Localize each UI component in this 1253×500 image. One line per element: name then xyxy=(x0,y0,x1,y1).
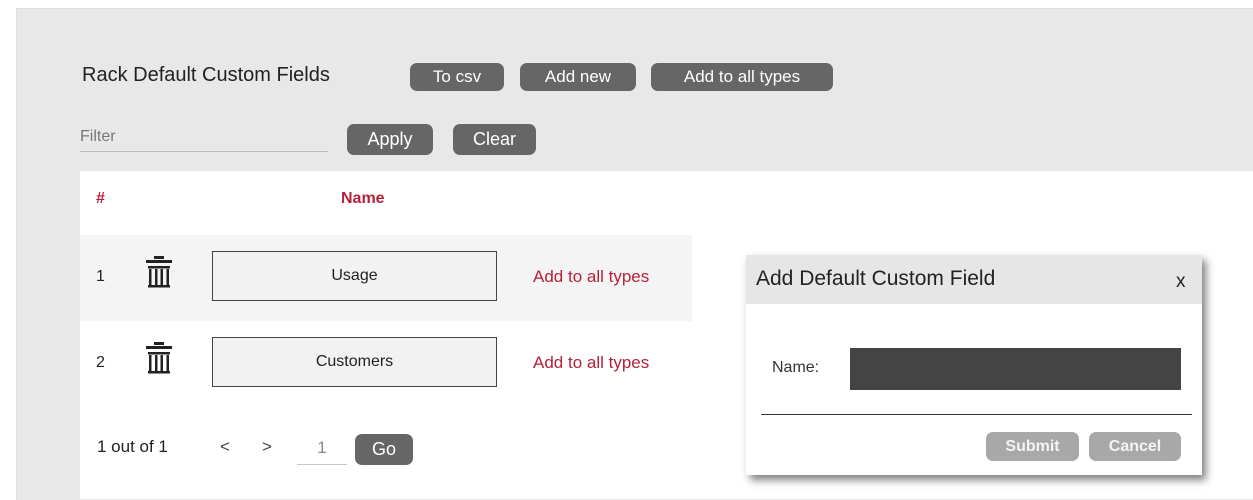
name-label: Name: xyxy=(772,359,820,376)
row-number: 1 xyxy=(96,268,105,285)
dialog-title: Add Default Custom Field xyxy=(756,267,996,290)
pagination-summary: 1 out of 1 xyxy=(97,437,168,456)
page-title: Rack Default Custom Fields xyxy=(82,64,330,86)
add-new-button[interactable]: Add new xyxy=(520,63,636,91)
field-name-input[interactable]: Customers xyxy=(212,337,497,387)
row-number: 2 xyxy=(96,354,105,371)
page-number-input[interactable]: 1 xyxy=(297,434,347,465)
column-header-number: # xyxy=(96,190,105,207)
name-input[interactable] xyxy=(850,348,1181,390)
go-button[interactable]: Go xyxy=(355,434,413,465)
add-to-all-types-link[interactable]: Add to all types xyxy=(533,353,649,373)
trash-icon[interactable] xyxy=(144,341,174,375)
table-row: 1 Usage Add to all types xyxy=(80,235,692,321)
close-icon[interactable]: x xyxy=(1176,271,1186,293)
prev-page-button[interactable]: < xyxy=(220,437,230,457)
table-row: 2 Customers Add to all types xyxy=(80,321,692,407)
column-header-name[interactable]: Name xyxy=(341,190,385,208)
trash-icon[interactable] xyxy=(144,255,174,289)
add-to-all-types-button[interactable]: Add to all types xyxy=(651,63,833,91)
add-custom-field-dialog: Add Default Custom Field x Name: Submit … xyxy=(746,255,1202,475)
next-page-button[interactable]: > xyxy=(262,437,272,457)
cancel-button[interactable]: Cancel xyxy=(1089,432,1181,461)
apply-button[interactable]: Apply xyxy=(347,124,433,155)
submit-button[interactable]: Submit xyxy=(986,432,1079,461)
dialog-header: Add Default Custom Field x xyxy=(746,255,1202,304)
field-name-input[interactable]: Usage xyxy=(212,251,497,301)
to-csv-button[interactable]: To csv xyxy=(410,63,504,91)
filter-input[interactable]: Filter xyxy=(80,125,328,152)
add-to-all-types-link[interactable]: Add to all types xyxy=(533,267,649,287)
clear-button[interactable]: Clear xyxy=(453,124,536,155)
dialog-divider xyxy=(761,414,1192,415)
